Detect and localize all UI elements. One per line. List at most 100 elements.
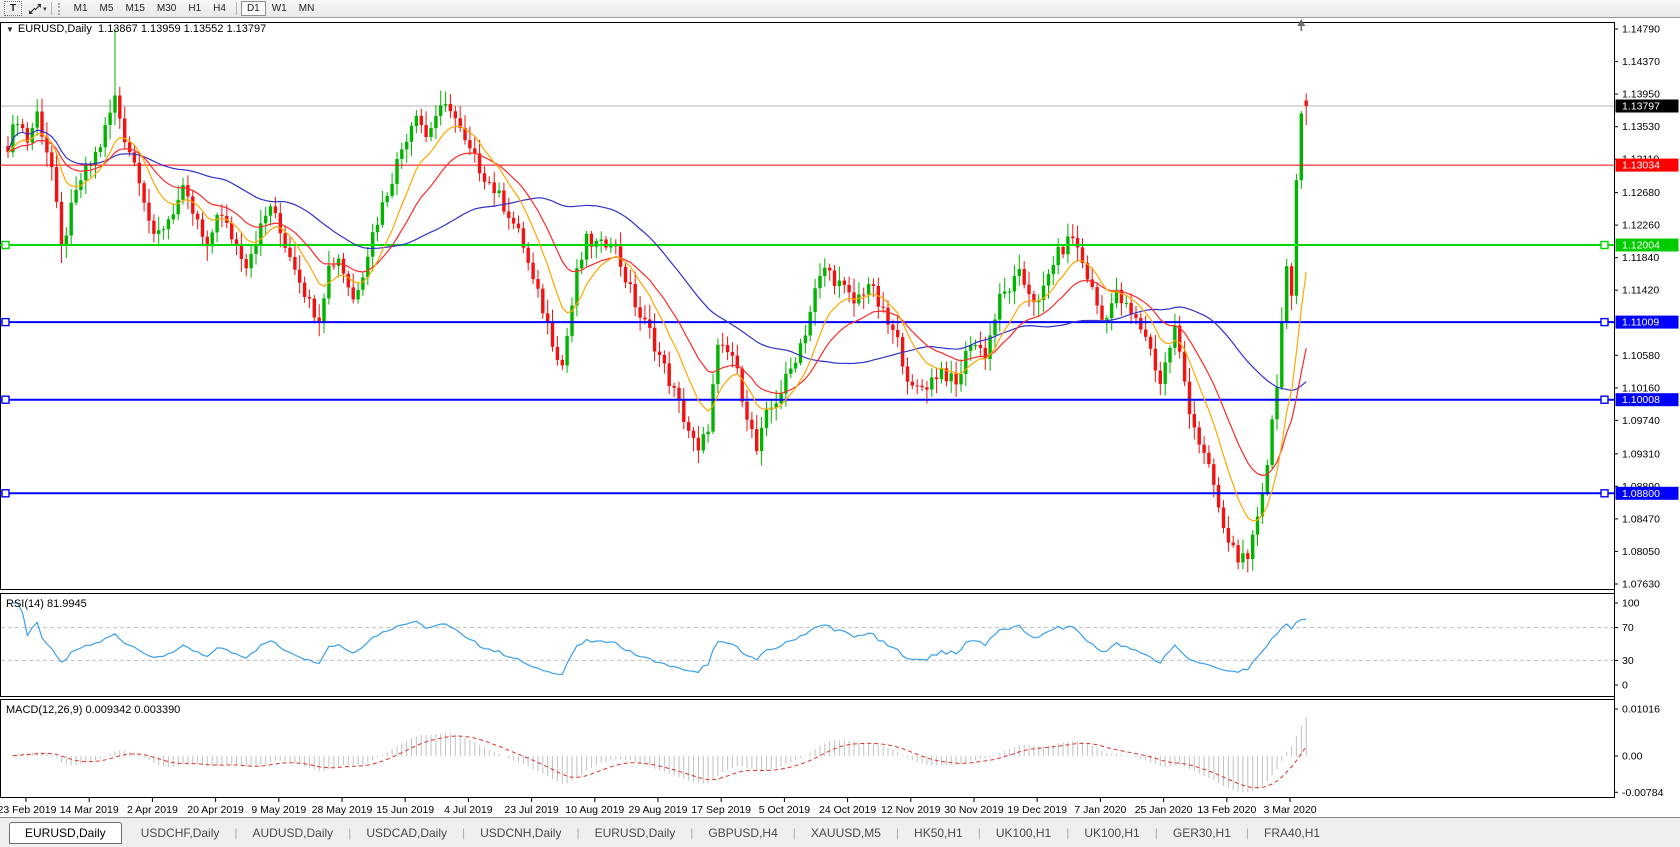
rsi-tick-label: 70 (1622, 622, 1634, 634)
svg-text:1.13797: 1.13797 (1622, 101, 1660, 113)
level-line-handle[interactable] (2, 490, 9, 497)
chart-tab-usdchf-daily[interactable]: USDCHF,Daily (128, 823, 233, 843)
date-label: 29 Aug 2019 (629, 804, 688, 816)
tab-separator: | (1246, 826, 1249, 840)
timeframe-button-m30[interactable]: M30 (151, 1, 182, 16)
rsi-tick-label: 100 (1622, 598, 1640, 610)
chevron-down-icon[interactable]: ▾ (43, 5, 47, 13)
chart-tab-uk100-h1[interactable]: UK100,H1 (1071, 823, 1152, 843)
chart-tab-eurusd-daily[interactable]: EURUSD,Daily (9, 822, 122, 844)
date-label: 10 Aug 2019 (565, 804, 624, 816)
timeframe-button-h1[interactable]: H1 (182, 1, 207, 16)
chevron-down-icon: ▼ (6, 25, 14, 34)
top-toolbar: T ▾ M1M5M15M30H1H4 D1W1MN (0, 0, 1680, 18)
tab-separator: | (576, 826, 579, 840)
level-line-handle[interactable] (2, 319, 9, 326)
level-line-handle[interactable] (1601, 396, 1608, 403)
rsi-tick-label: 0 (1622, 680, 1628, 692)
level-line-handle[interactable] (1601, 490, 1608, 497)
svg-text:1.13034: 1.13034 (1622, 160, 1660, 172)
tab-separator: | (348, 826, 351, 840)
level-line-handle[interactable] (1601, 319, 1608, 326)
price-tick-label: 1.12260 (1622, 220, 1660, 232)
price-tick-label: 1.09740 (1622, 415, 1660, 427)
date-label: 23 Feb 2019 (0, 804, 57, 816)
price-tick-label: 1.14370 (1622, 56, 1660, 68)
date-label: 25 Jan 2020 (1135, 804, 1193, 816)
timeframe-button-m1[interactable]: M1 (68, 1, 94, 16)
price-tick-label: 1.13530 (1622, 121, 1660, 133)
timeframe-button-w1[interactable]: W1 (266, 1, 293, 16)
date-label: 3 Mar 2020 (1263, 804, 1316, 816)
price-tick-label: 1.13950 (1622, 89, 1660, 101)
date-label: 28 May 2019 (312, 804, 373, 816)
chart-tab-fra40-h1[interactable]: FRA40,H1 (1251, 823, 1333, 843)
chart-tab-usdcad-daily[interactable]: USDCAD,Daily (353, 823, 460, 843)
level-line-handle[interactable] (2, 396, 9, 403)
svg-text:1.08800: 1.08800 (1622, 488, 1660, 500)
chart-tab-gbpusd-h4[interactable]: GBPUSD,H4 (695, 823, 790, 843)
date-label: 14 Mar 2019 (60, 804, 119, 816)
rsi-tick-label: 30 (1622, 655, 1634, 667)
chart-tab-usdcnh-daily[interactable]: USDCNH,Daily (467, 823, 574, 843)
price-tick-label: 1.10160 (1622, 382, 1660, 394)
tab-separator: | (1066, 826, 1069, 840)
rsi-value: 81.9945 (47, 598, 87, 610)
cursor-arrows-icon[interactable]: ▾ (28, 3, 47, 15)
date-label: 23 Jul 2019 (504, 804, 558, 816)
toolbar-grip[interactable] (58, 3, 63, 15)
timeframe-button-h4[interactable]: H4 (207, 1, 232, 16)
tab-separator: | (234, 826, 237, 840)
date-label: 4 Jul 2019 (444, 804, 493, 816)
macd-tick-label: 0.01016 (1622, 704, 1660, 716)
text-tool-button[interactable]: T (4, 1, 22, 16)
timeframe-button-m5[interactable]: M5 (94, 1, 120, 16)
timeframe-button-mn[interactable]: MN (293, 1, 321, 16)
date-label: 19 Dec 2019 (1007, 804, 1067, 816)
tab-separator: | (896, 826, 899, 840)
chart-canvas[interactable]: 1.147901.143701.139501.135301.131101.126… (0, 18, 1680, 817)
chart-tab-hk50-h1[interactable]: HK50,H1 (901, 823, 976, 843)
timeframe-button-m15[interactable]: M15 (119, 1, 150, 16)
date-label: 15 Jun 2019 (376, 804, 434, 816)
level-line-handle[interactable] (2, 242, 9, 249)
chart-tab-ger30-h1[interactable]: GER30,H1 (1160, 823, 1244, 843)
chart-background (0, 18, 1680, 817)
price-tick-label: 1.14790 (1622, 24, 1660, 36)
date-label: 9 May 2019 (251, 804, 306, 816)
svg-text:1.10008: 1.10008 (1622, 394, 1660, 406)
symbol-period-label: EURUSD,Daily (18, 23, 92, 35)
macd-indicator-label: MACD(12,26,9) 0.009342 0.003390 (6, 704, 180, 716)
chart-tab-eurusd-daily[interactable]: EURUSD,Daily (582, 823, 689, 843)
chart-tab-xauusd-m5[interactable]: XAUUSD,M5 (798, 823, 894, 843)
date-label: 2 Apr 2019 (127, 804, 178, 816)
tab-separator: | (690, 826, 693, 840)
price-tick-label: 1.08050 (1622, 546, 1660, 558)
timeframe-button-d1[interactable]: D1 (241, 1, 266, 16)
chart-window: 1.147901.143701.139501.135301.131101.126… (0, 18, 1680, 817)
svg-text:1.11009: 1.11009 (1622, 317, 1659, 329)
level-line-handle[interactable] (1601, 242, 1608, 249)
price-tick-label: 1.07630 (1622, 579, 1660, 591)
price-tick-label: 1.10580 (1622, 350, 1660, 362)
tab-separator: | (1155, 826, 1158, 840)
date-label: 30 Nov 2019 (944, 804, 1004, 816)
toolbar-separator (236, 2, 237, 15)
date-label: 13 Feb 2020 (1197, 804, 1256, 816)
price-tick-label: 1.11420 (1622, 285, 1659, 297)
toolbar-separator (51, 2, 52, 15)
price-badge-level: 1.08800 (1616, 487, 1679, 500)
chart-title: ▼EURUSD,Daily 1.13867 1.13959 1.13552 1.… (6, 23, 266, 35)
price-badge-level: 1.13034 (1616, 159, 1679, 172)
chart-tab-audusd-daily[interactable]: AUDUSD,Daily (240, 823, 347, 843)
macd-tick-label: 0.00 (1622, 751, 1643, 763)
rsi-indicator-label: RSI(14) 81.9945 (6, 598, 87, 610)
date-label: 20 Apr 2019 (187, 804, 244, 816)
price-tick-label: 1.08470 (1622, 513, 1660, 525)
price-tick-label: 1.11840 (1622, 252, 1659, 264)
tab-separator: | (793, 826, 796, 840)
chart-tab-uk100-h1[interactable]: UK100,H1 (983, 823, 1064, 843)
price-badge-current: 1.13797 (1616, 100, 1679, 113)
price-tick-label: 1.12680 (1622, 187, 1660, 199)
date-label: 12 Nov 2019 (881, 804, 941, 816)
